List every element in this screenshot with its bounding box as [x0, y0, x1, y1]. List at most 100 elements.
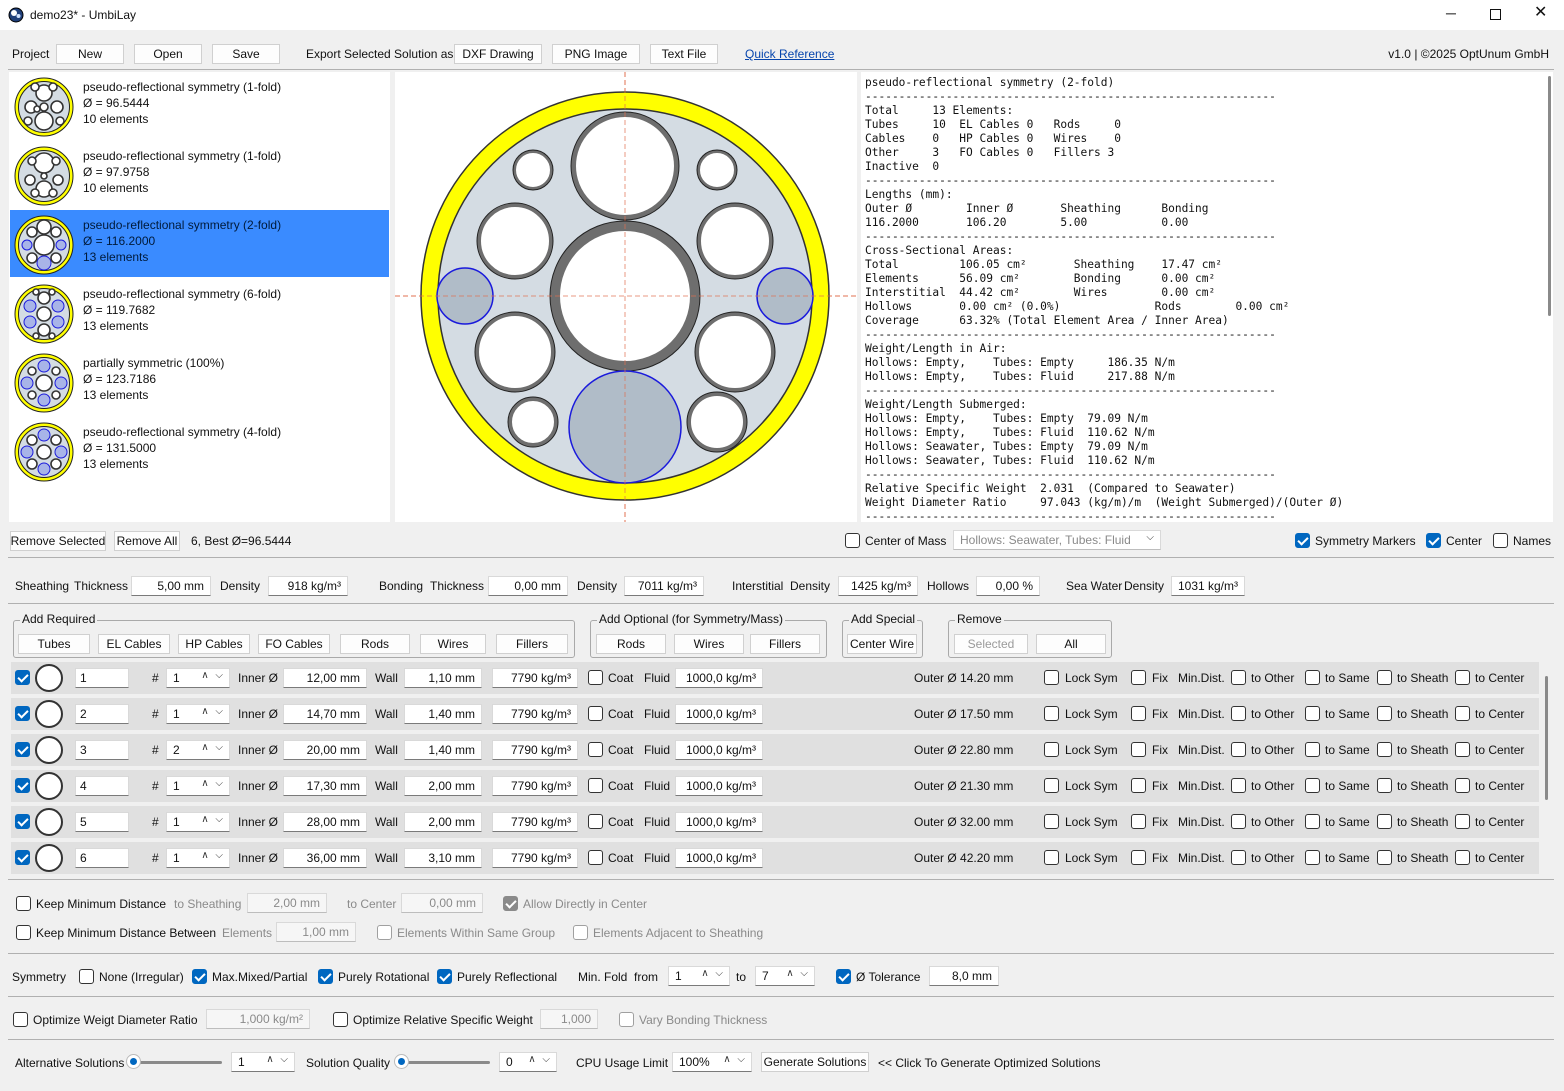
solution-item[interactable]: pseudo-reflectional symmetry (4-fold) Ø =… [10, 417, 389, 484]
wall-thickness-input[interactable]: 2,00 mm [404, 812, 482, 832]
solution-item[interactable]: partially symmetric (100%) Ø = 123.7186 13… [10, 348, 389, 415]
wall-thickness-input[interactable]: 3,10 mm [404, 848, 482, 868]
element-active-checkbox[interactable] [15, 814, 30, 829]
element-row[interactable]: 3 #2 ∧ ⌵ Inner Ø 20,00 mm Wall 1,40 mm 7790 kg/… [11, 734, 1539, 766]
coat-checkbox[interactable] [588, 742, 603, 757]
spinner-arrows-icon[interactable]: ∧ ⌵ [786, 968, 810, 979]
export-png-button[interactable]: PNG Image [552, 44, 640, 64]
element-row[interactable]: 4 #1 ∧ ⌵ Inner Ø 17,30 mm Wall 2,00 mm 7790 kg/… [11, 770, 1539, 802]
keep-min-between-checkbox[interactable] [16, 925, 31, 940]
fluid-density-input[interactable]: 1000,0 kg/m³ [675, 812, 763, 832]
element-count-spinner[interactable]: 1 ∧ ⌵ [166, 668, 230, 688]
remove-all-button[interactable]: Remove All [114, 531, 180, 551]
add-optional-rods-button[interactable]: Rods [596, 634, 666, 654]
alt-solutions-slider-thumb[interactable] [127, 1055, 140, 1068]
to-sheath-checkbox[interactable] [1377, 850, 1392, 865]
fix-checkbox[interactable] [1131, 742, 1146, 757]
spinner-arrows-icon[interactable]: ∧ ⌵ [266, 1054, 290, 1065]
wall-thickness-input[interactable]: 1,40 mm [404, 740, 482, 760]
element-count-spinner[interactable]: 1 ∧ ⌵ [166, 848, 230, 868]
to-sheath-checkbox[interactable] [1377, 742, 1392, 757]
element-row[interactable]: 6 #1 ∧ ⌵ Inner Ø 36,00 mm Wall 3,10 mm 7790 kg/… [11, 842, 1539, 874]
element-row[interactable]: 1 #1 ∧ ⌵ Inner Ø 12,00 mm Wall 1,10 mm 7790 kg/… [11, 662, 1539, 694]
tube-element[interactable] [508, 397, 558, 447]
lock-sym-checkbox[interactable] [1044, 670, 1059, 685]
fix-checkbox[interactable] [1131, 850, 1146, 865]
quality-slider-track[interactable] [398, 1061, 490, 1064]
to-other-checkbox[interactable] [1231, 778, 1246, 793]
inner-diameter-input[interactable]: 12,00 mm [283, 668, 367, 688]
fix-checkbox[interactable] [1131, 706, 1146, 721]
add-wires-button[interactable]: Wires [420, 634, 486, 654]
to-center-checkbox[interactable] [1455, 742, 1470, 757]
element-count-spinner[interactable]: 1 ∧ ⌵ [166, 776, 230, 796]
alt-solutions-slider-track[interactable] [130, 1061, 222, 1064]
layout-canvas[interactable] [395, 72, 857, 522]
center-of-mass-checkbox[interactable] [845, 533, 860, 548]
to-center-input[interactable]: 0,00 mm [401, 893, 483, 913]
allow-center-checkbox[interactable] [503, 896, 518, 911]
fix-checkbox[interactable] [1131, 778, 1146, 793]
hollows-input[interactable]: 0,00 % [976, 576, 1040, 596]
wall-thickness-input[interactable]: 1,10 mm [404, 668, 482, 688]
to-same-checkbox[interactable] [1305, 670, 1320, 685]
spinner-arrows-icon[interactable]: ∧ ⌵ [201, 814, 225, 825]
quality-spinner[interactable]: 0 ∧ ⌵ [499, 1052, 557, 1072]
element-name-input[interactable]: 2 [75, 704, 129, 724]
to-other-checkbox[interactable] [1231, 742, 1246, 757]
fix-checkbox[interactable] [1131, 670, 1146, 685]
remove-selected-button[interactable]: Remove Selected [10, 531, 106, 551]
lock-sym-checkbox[interactable] [1044, 742, 1059, 757]
element-name-input[interactable]: 1 [75, 668, 129, 688]
add-optional-fillers-button[interactable]: Fillers [750, 634, 820, 654]
lock-sym-checkbox[interactable] [1044, 706, 1059, 721]
spinner-arrows-icon[interactable]: ∧ ⌵ [701, 968, 725, 979]
add-el-cables-button[interactable]: EL Cables [98, 634, 170, 654]
sea-water-density-input[interactable]: 1031 kg/m³ [1171, 576, 1245, 596]
to-same-checkbox[interactable] [1305, 742, 1320, 757]
add-tubes-button[interactable]: Tubes [18, 634, 90, 654]
inner-diameter-input[interactable]: 17,30 mm [283, 776, 367, 796]
fold-from-spinner[interactable]: 1 ∧ ⌵ [668, 966, 730, 986]
sheathing-thickness-input[interactable]: 5,00 mm [131, 576, 211, 596]
export-text-button[interactable]: Text File [650, 44, 718, 64]
alt-solutions-spinner[interactable]: 1 ∧ ⌵ [231, 1052, 295, 1072]
optimize-rel-weight-checkbox[interactable] [333, 1012, 348, 1027]
element-row[interactable]: 5 #1 ∧ ⌵ Inner Ø 28,00 mm Wall 2,00 mm 7790 kg/… [11, 806, 1539, 838]
element-density-input[interactable]: 7790 kg/m³ [492, 704, 578, 724]
tube-element[interactable] [475, 312, 555, 392]
vary-bonding-checkbox[interactable] [619, 1012, 634, 1027]
center-checkbox[interactable] [1426, 533, 1441, 548]
element-count-spinner[interactable]: 2 ∧ ⌵ [166, 740, 230, 760]
rel-weight-input[interactable]: 1,000 [540, 1009, 598, 1029]
solution-item[interactable]: pseudo-reflectional symmetry (2-fold) Ø =… [10, 210, 389, 277]
element-density-input[interactable]: 7790 kg/m³ [492, 812, 578, 832]
element-count-spinner[interactable]: 1 ∧ ⌵ [166, 704, 230, 724]
tube-element[interactable] [697, 203, 773, 279]
lock-sym-checkbox[interactable] [1044, 850, 1059, 865]
to-sheath-checkbox[interactable] [1377, 778, 1392, 793]
coat-checkbox[interactable] [588, 850, 603, 865]
to-center-checkbox[interactable] [1455, 670, 1470, 685]
solution-item[interactable]: pseudo-reflectional symmetry (1-fold) Ø =… [10, 141, 389, 208]
spinner-arrows-icon[interactable]: ∧ ⌵ [528, 1054, 552, 1065]
fluid-density-input[interactable]: 1000,0 kg/m³ [675, 704, 763, 724]
spinner-arrows-icon[interactable]: ∧ ⌵ [723, 1054, 747, 1065]
within-group-checkbox[interactable] [377, 925, 392, 940]
tolerance-checkbox[interactable] [836, 969, 851, 984]
element-density-input[interactable]: 7790 kg/m³ [492, 668, 578, 688]
to-same-checkbox[interactable] [1305, 706, 1320, 721]
to-center-checkbox[interactable] [1455, 814, 1470, 829]
new-button[interactable]: New [56, 44, 124, 64]
tube-element[interactable] [513, 150, 553, 190]
names-checkbox[interactable] [1493, 533, 1508, 548]
element-density-input[interactable]: 7790 kg/m³ [492, 776, 578, 796]
to-center-checkbox[interactable] [1455, 850, 1470, 865]
fluid-density-input[interactable]: 1000,0 kg/m³ [675, 668, 763, 688]
solution-item[interactable]: pseudo-reflectional symmetry (6-fold) Ø =… [10, 279, 389, 346]
sheathing-density-input[interactable]: 918 kg/m³ [268, 576, 348, 596]
to-center-checkbox[interactable] [1455, 778, 1470, 793]
spinner-arrows-icon[interactable]: ∧ ⌵ [201, 670, 225, 681]
element-active-checkbox[interactable] [15, 742, 30, 757]
to-other-checkbox[interactable] [1231, 814, 1246, 829]
